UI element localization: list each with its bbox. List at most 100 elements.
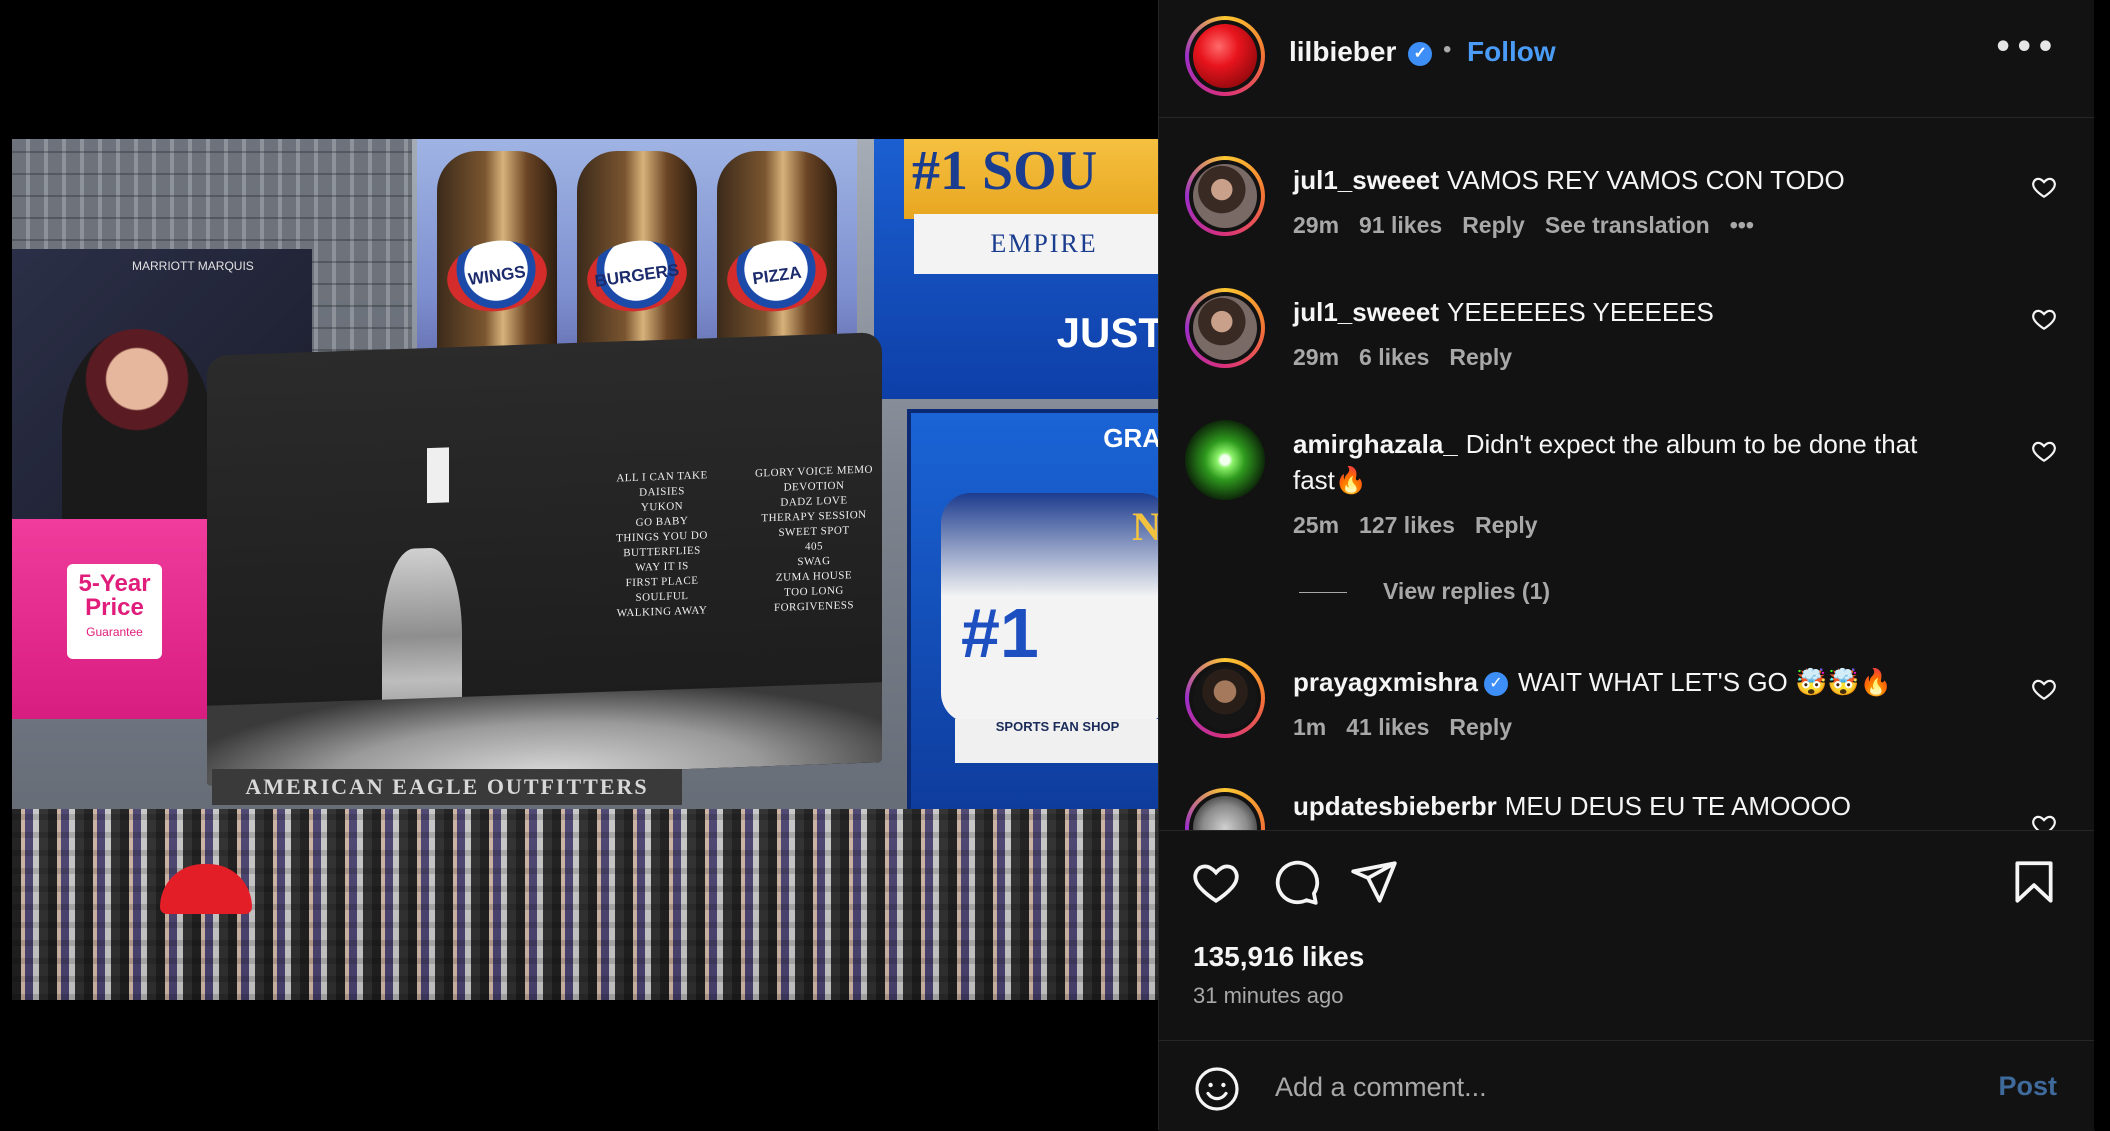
photo-right-n: N bbox=[1132, 504, 1158, 549]
comment-avatar[interactable] bbox=[1185, 788, 1265, 830]
tracklist-column-left: ALL I CAN TAKE DAISIES YUKON GO BABY THI… bbox=[597, 468, 727, 623]
reply-button[interactable]: Reply bbox=[1462, 212, 1525, 238]
comment-meta: 29m 91 likes Reply See translation ••• bbox=[1293, 212, 1774, 239]
comment-time[interactable]: 29m bbox=[1293, 212, 1339, 238]
avatar-image bbox=[1185, 420, 1265, 500]
photo-can-label: PIZZA bbox=[722, 234, 832, 318]
view-replies-line bbox=[1299, 592, 1347, 594]
comment-avatar[interactable] bbox=[1185, 420, 1265, 500]
avatar-image bbox=[1193, 666, 1257, 730]
comment-time[interactable]: 29m bbox=[1293, 344, 1339, 370]
comment-like-heart-icon[interactable] bbox=[2031, 306, 2057, 332]
comment-username[interactable]: prayagxmishra bbox=[1293, 667, 1478, 697]
comment-time[interactable]: 25m bbox=[1293, 512, 1339, 538]
comment-avatar[interactable] bbox=[1185, 156, 1265, 236]
author-username-row[interactable]: lilbieber ✓ bbox=[1289, 36, 1433, 68]
comment-username[interactable]: amirghazala_ bbox=[1293, 429, 1458, 459]
comment-likes[interactable]: 41 likes bbox=[1346, 714, 1429, 740]
comment-like-heart-icon[interactable] bbox=[2031, 438, 2057, 464]
photo-billboard-right: GRA N #1 bbox=[907, 409, 1158, 837]
photo-kid-figure bbox=[62, 329, 212, 529]
post-actions-bar: 135,916 likes 31 minutes ago bbox=[1159, 830, 2095, 1041]
verified-badge-icon: ✓ bbox=[1408, 41, 1433, 66]
comment-meta: 25m 127 likes Reply bbox=[1293, 512, 1558, 539]
paper-plane-icon[interactable] bbox=[1349, 857, 1399, 907]
comments-list[interactable]: jul1_sweeet VAMOS REY VAMOS CON TODO 29m 9… bbox=[1159, 118, 2095, 830]
reply-button[interactable]: Reply bbox=[1449, 344, 1512, 370]
comment-username[interactable]: jul1_sweeet bbox=[1293, 165, 1439, 195]
photo-price-line2: Price bbox=[85, 594, 144, 621]
avatar-image bbox=[1193, 296, 1257, 360]
comment-time[interactable]: 1m bbox=[1293, 714, 1326, 740]
avatar-image bbox=[1193, 24, 1257, 88]
window-edge bbox=[2094, 0, 2110, 1130]
post-comment-button[interactable]: Post bbox=[1998, 1071, 2057, 1102]
photo-marriott-logo: MARRIOTT MARQUIS bbox=[132, 259, 254, 273]
track-item: FORGIVENESS bbox=[773, 599, 855, 614]
comment-body: MEU DEUS EU TE AMOOOO bbox=[1504, 791, 1851, 821]
post-header: lilbieber ✓ • Follow ••• bbox=[1159, 0, 2095, 118]
photo-sports-shop-sign: SPORTS FAN SHOP bbox=[955, 719, 1158, 763]
track-item: WALKING AWAY bbox=[616, 604, 708, 620]
verified-badge-icon: ✓ bbox=[1483, 672, 1508, 697]
header-separator: • bbox=[1443, 36, 1452, 63]
comment-text: amirghazala_ Didn't expect the album to b… bbox=[1293, 426, 1933, 498]
reply-button[interactable]: Reply bbox=[1449, 714, 1512, 740]
comment-username[interactable]: updatesbieberbr bbox=[1293, 791, 1497, 821]
follow-button[interactable]: Follow bbox=[1467, 36, 1556, 68]
bookmark-icon[interactable] bbox=[2009, 857, 2059, 907]
side-panel-body: lilbieber ✓ • Follow ••• jul1_sweeet VAMO… bbox=[1159, 0, 2095, 1131]
comment-more-icon[interactable]: ••• bbox=[1730, 212, 1754, 238]
comment-meta: 1m 41 likes Reply bbox=[1293, 714, 1532, 741]
comment-like-heart-icon[interactable] bbox=[2031, 174, 2057, 200]
photo-empire-just: JUST bbox=[1056, 309, 1158, 356]
post-media-pane: WINGS BURGERS PIZZA #1 SOU EMPIRE JUST G… bbox=[0, 0, 1158, 1130]
add-comment-input[interactable] bbox=[1273, 1061, 1877, 1113]
likes-count[interactable]: 135,916 likes bbox=[1193, 941, 1364, 973]
comment-like-heart-icon[interactable] bbox=[2031, 812, 2057, 830]
photo-empire-title: #1 SOU bbox=[904, 139, 1158, 219]
photo-price-line3: Guarantee bbox=[86, 625, 143, 639]
photo-right-number: #1 bbox=[961, 594, 1039, 672]
tracklist-column-right: GLORY VOICE MEMO DEVOTION DADZ LOVE THER… bbox=[749, 462, 879, 617]
author-avatar[interactable] bbox=[1185, 16, 1265, 96]
photo-main-screen: ALL I CAN TAKE DAISIES YUKON GO BABY THI… bbox=[207, 332, 882, 786]
post-timestamp[interactable]: 31 minutes ago bbox=[1193, 983, 1343, 1009]
comment-body: YEEEEEES YEEEEES bbox=[1446, 297, 1714, 327]
see-translation-button[interactable]: See translation bbox=[1545, 212, 1710, 238]
comment-username[interactable]: jul1_sweeet bbox=[1293, 297, 1439, 327]
heart-icon[interactable] bbox=[1191, 857, 1241, 907]
comment-body: WAIT WHAT LET'S GO 🤯🤯🔥 bbox=[1517, 667, 1893, 697]
photo-price-card: 5-Year Price Guarantee bbox=[67, 564, 162, 659]
comment-likes[interactable]: 127 likes bbox=[1359, 512, 1455, 538]
comment-text: jul1_sweeet VAMOS REY VAMOS CON TODO bbox=[1293, 162, 1933, 198]
photo-empire-subtitle: EMPIRE bbox=[914, 214, 1158, 274]
post-side-panel: lilbieber ✓ • Follow ••• jul1_sweeet VAMO… bbox=[1158, 0, 2095, 1131]
photo-price-line1: 5-Year bbox=[78, 570, 151, 597]
comment-avatar[interactable] bbox=[1185, 288, 1265, 368]
view-replies-label[interactable]: View replies (1) bbox=[1383, 578, 1550, 604]
comment-likes[interactable]: 6 likes bbox=[1359, 344, 1429, 370]
reply-button[interactable]: Reply bbox=[1475, 512, 1538, 538]
photo-billboard-empire: #1 SOU EMPIRE JUST bbox=[874, 139, 1158, 399]
comment-meta: 29m 6 likes Reply bbox=[1293, 344, 1532, 371]
view-replies-button[interactable]: View replies (1) bbox=[1299, 578, 1550, 605]
comment-text: prayagxmishra ✓ WAIT WHAT LET'S GO 🤯🤯🔥 bbox=[1293, 664, 1933, 700]
comment-avatar[interactable] bbox=[1185, 658, 1265, 738]
photo-can-label: BURGERS bbox=[582, 234, 692, 318]
post-photo[interactable]: WINGS BURGERS PIZZA #1 SOU EMPIRE JUST G… bbox=[12, 139, 1158, 1000]
comment-text: jul1_sweeet YEEEEEES YEEEEES bbox=[1293, 294, 1933, 330]
photo-right-gra: GRA bbox=[1103, 423, 1158, 453]
comment-composer: Post bbox=[1159, 1040, 2095, 1131]
comment-body: VAMOS REY VAMOS CON TODO bbox=[1446, 165, 1845, 195]
author-username[interactable]: lilbieber bbox=[1289, 36, 1396, 67]
emoji-icon[interactable] bbox=[1193, 1065, 1241, 1113]
photo-store-sign: AMERICAN EAGLE OUTFITTERS bbox=[212, 769, 682, 805]
photo-can-label: WINGS bbox=[442, 234, 552, 318]
more-options-icon[interactable]: ••• bbox=[1993, 30, 2057, 65]
comment-likes[interactable]: 91 likes bbox=[1359, 212, 1442, 238]
comment-like-heart-icon[interactable] bbox=[2031, 676, 2057, 702]
comment-icon[interactable] bbox=[1271, 857, 1321, 907]
avatar-image bbox=[1193, 164, 1257, 228]
comment-text: updatesbieberbr MEU DEUS EU TE AMOOOO bbox=[1293, 788, 1933, 824]
